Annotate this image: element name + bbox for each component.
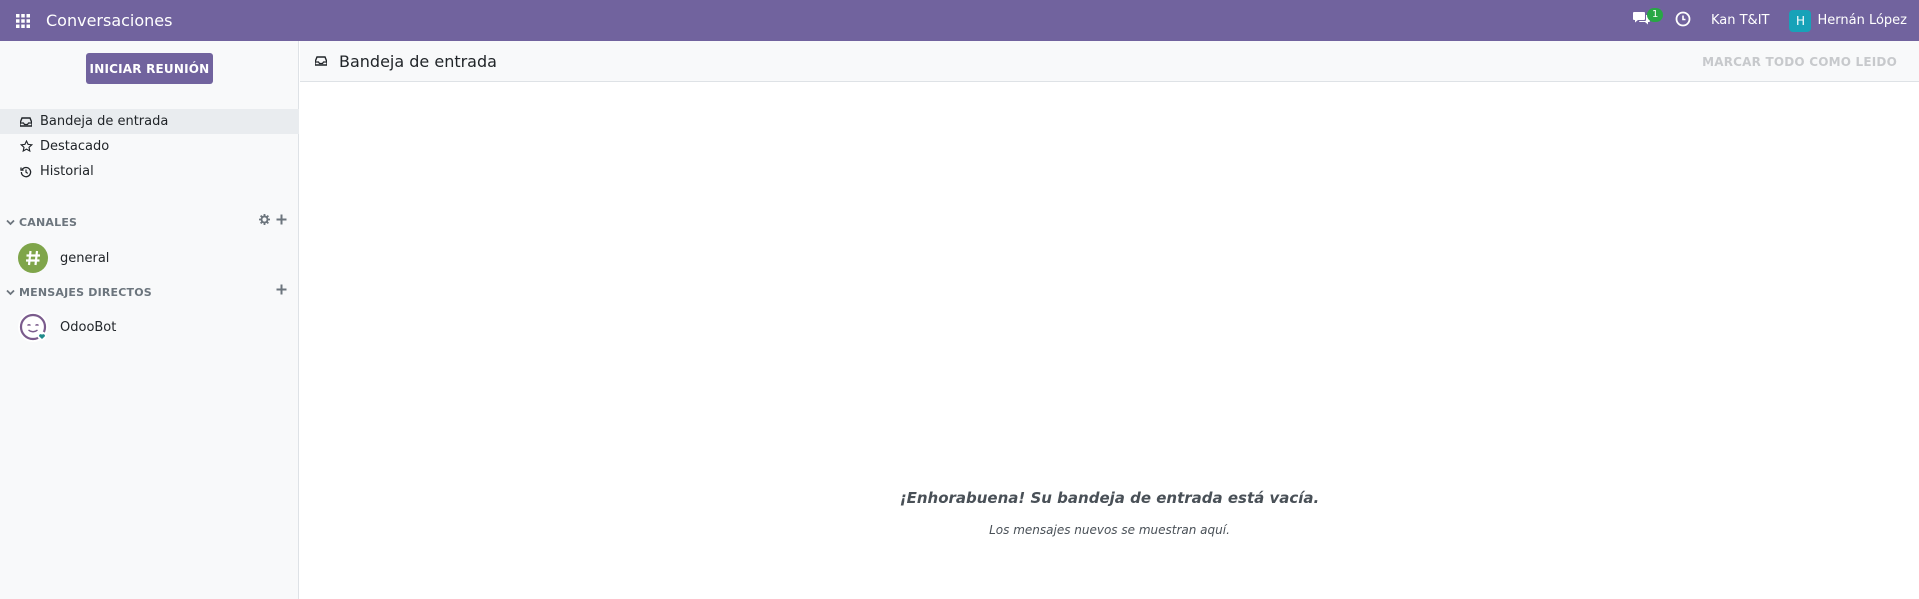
chevron-down-icon[interactable] [6,289,19,296]
apps-menu-icon[interactable] [0,0,46,41]
inbox-icon [315,56,327,66]
sidebar-item-label: Historial [40,164,94,179]
app-title[interactable]: Conversaciones [46,11,172,30]
star-icon [20,140,40,153]
user-menu[interactable]: H Hernán López [1779,0,1919,41]
sidebar-item-starred[interactable]: Destacado [0,134,299,159]
direct-messages-title[interactable]: MENSAJES DIRECTOS [19,286,152,299]
page-title: Bandeja de entrada [339,51,497,71]
sidebar-item-label: Destacado [40,139,110,154]
top-navbar: Conversaciones 1 Kan T&IT H Hernán López [0,0,1919,41]
sidebar-item-history[interactable]: Historial [0,159,299,184]
activities-menu[interactable] [1665,0,1701,41]
company-switcher[interactable]: Kan T&IT [1701,0,1780,41]
mark-all-read-button[interactable]: MARCAR TODO COMO LEIDO [1692,48,1907,75]
sidebar-item-inbox[interactable]: Bandeja de entrada [0,109,299,134]
hashtag-icon [18,243,48,273]
main-header: Bandeja de entrada MARCAR TODO COMO LEID… [300,41,1919,82]
add-channel-icon[interactable] [276,214,287,225]
chevron-down-icon[interactable] [6,219,19,226]
channel-item-general[interactable]: general [0,241,299,275]
messages-badge: 1 [1646,8,1664,22]
odoobot-avatar [18,312,48,342]
history-icon [20,166,40,178]
messages-menu[interactable]: 1 [1623,0,1664,41]
sidebar-item-label: Bandeja de entrada [40,114,169,129]
direct-messages-section-header: MENSAJES DIRECTOS [0,282,299,302]
user-name: Hernán López [1817,13,1907,28]
sidebar: INICIAR REUNIÓN Bandeja de entrada Desta… [0,41,299,599]
channel-name: general [60,250,110,266]
channels-title[interactable]: CANALES [19,216,77,229]
direct-message-item-odoobot[interactable]: OdooBot [0,310,299,344]
add-direct-message-icon[interactable] [276,284,287,295]
empty-state-title: ¡Enhorabuena! Su bandeja de entrada está… [899,489,1320,507]
direct-message-name: OdooBot [60,319,117,335]
start-meeting-button[interactable]: INICIAR REUNIÓN [86,53,213,84]
channels-section-header: CANALES [0,212,299,232]
gear-icon[interactable] [259,214,270,225]
clock-icon [1675,11,1691,31]
user-avatar: H [1789,9,1812,32]
empty-state-subtitle: Los mensajes nuevos se muestran aquí. [989,523,1230,537]
inbox-icon [20,116,40,127]
